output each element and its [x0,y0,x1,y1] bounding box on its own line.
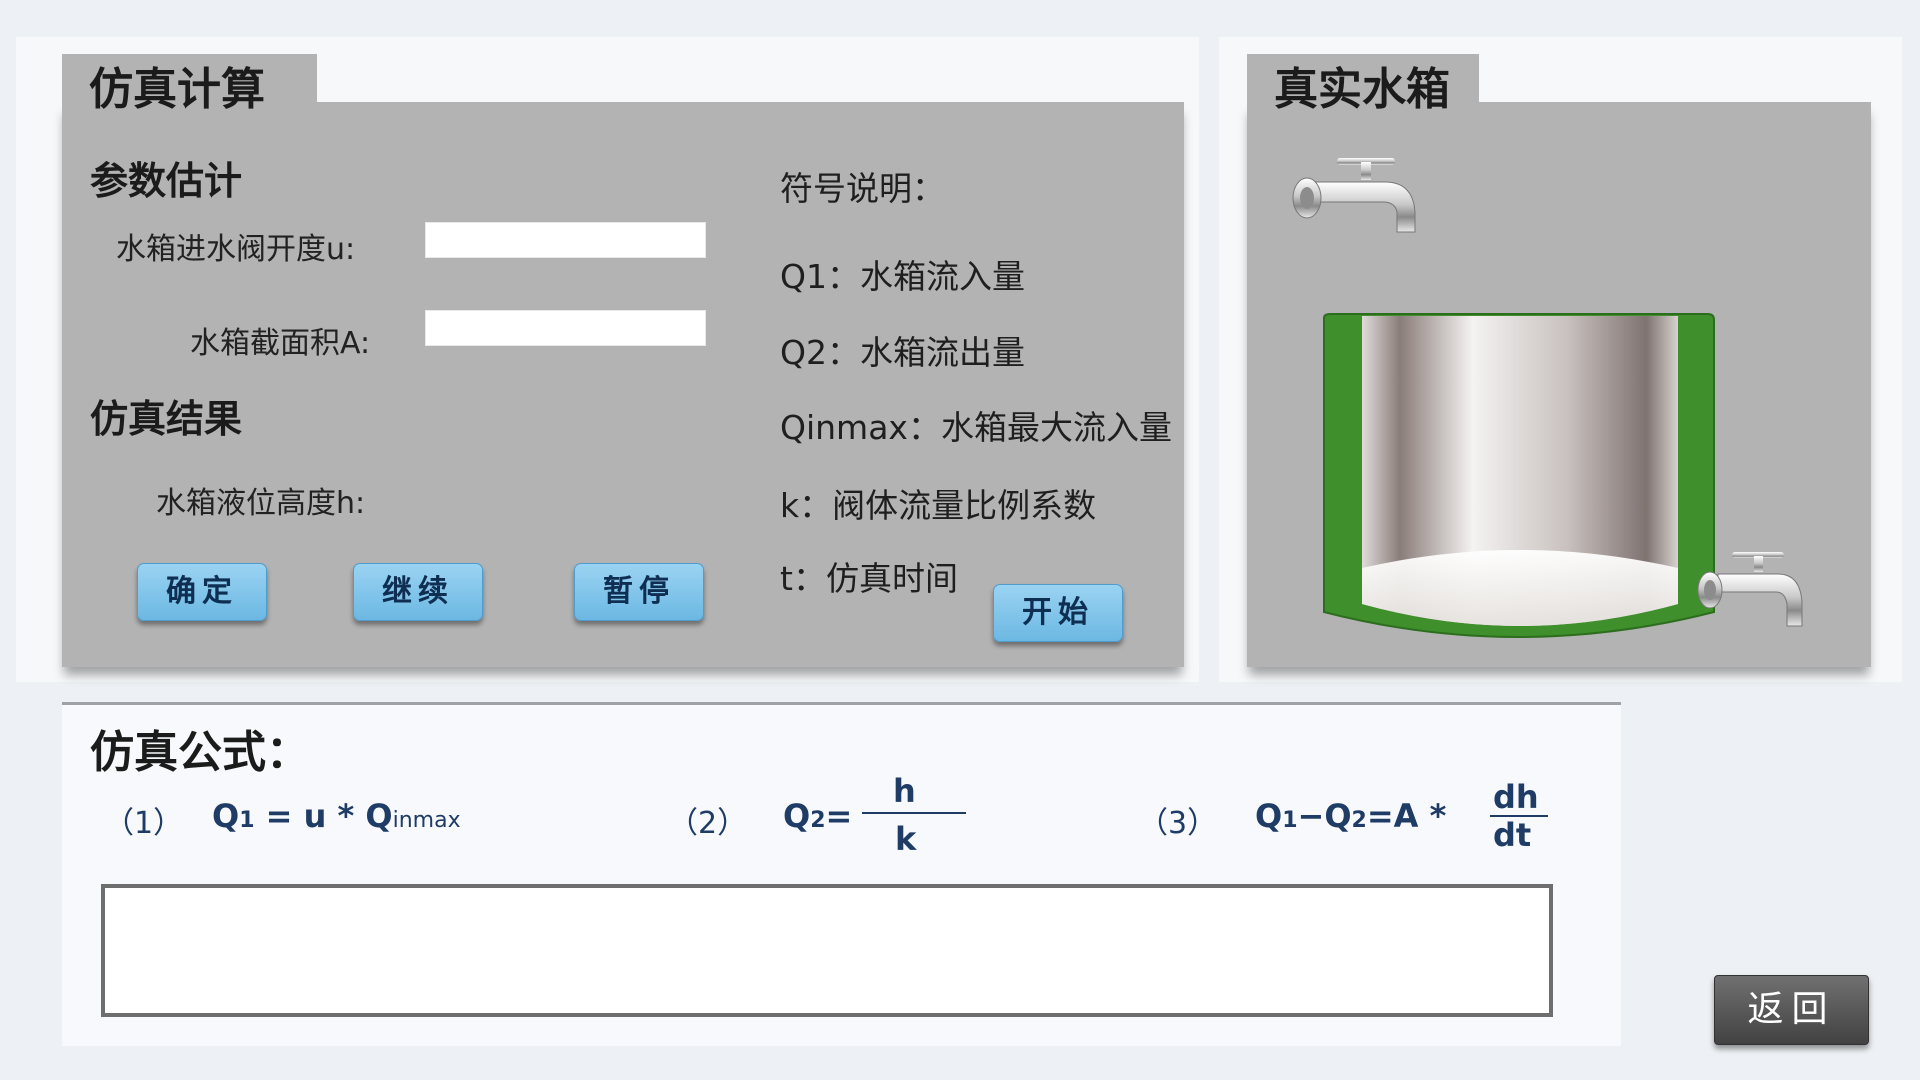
outlet-faucet-icon [1697,552,1803,627]
valve-opening-input[interactable] [425,222,706,258]
formula-1: Q1 = u * Qinmax [212,797,461,835]
legend-q1: Q1：水箱流入量 [780,257,1025,296]
level-height-label: 水箱液位高度h: [156,486,366,521]
formula-3-number: （3） [1138,806,1218,841]
formula-2-left: Q2= [783,797,853,835]
tank-area-input[interactable] [425,310,706,346]
legend-qinmax: Qinmax：水箱最大流入量 [780,408,1172,447]
formula-output-box [101,884,1553,1017]
valve-opening-label: 水箱进水阀开度u: [116,232,356,267]
formula-2-number: （2） [668,806,748,841]
result-section-title: 仿真结果 [90,397,243,441]
formula-title: 仿真公式： [90,727,310,778]
continue-button[interactable]: 继续 [353,563,483,621]
inlet-faucet-icon [1292,158,1416,233]
formula-2-denominator: k [895,820,917,858]
tank-area-label: 水箱截面积A: [190,326,371,361]
start-button[interactable]: 开始 [993,584,1123,642]
legend-k: k：阀体流量比例系数 [780,486,1097,525]
simulation-panel-tab: 仿真计算 [62,54,317,115]
formula-2-numerator: h [893,772,916,810]
confirm-button[interactable]: 确定 [137,563,267,621]
formula-2-fraction-bar [862,812,966,814]
back-button[interactable]: 返回 [1714,975,1869,1045]
legend-q2: Q2：水箱流出量 [780,333,1025,372]
real-tank-panel-tab: 真实水箱 [1247,54,1479,115]
formula-3-left: Q1−Q2=A * [1255,797,1447,835]
legend-t: t：仿真时间 [780,559,958,598]
water-tank-icon [1323,313,1715,638]
formula-1-number: （1） [104,806,184,841]
formula-3-numerator: dh [1493,778,1539,816]
pause-button[interactable]: 暂停 [574,563,704,621]
legend-title: 符号说明： [780,169,945,208]
formula-3-denominator: dt [1493,816,1532,854]
param-section-title: 参数估计 [90,159,243,203]
